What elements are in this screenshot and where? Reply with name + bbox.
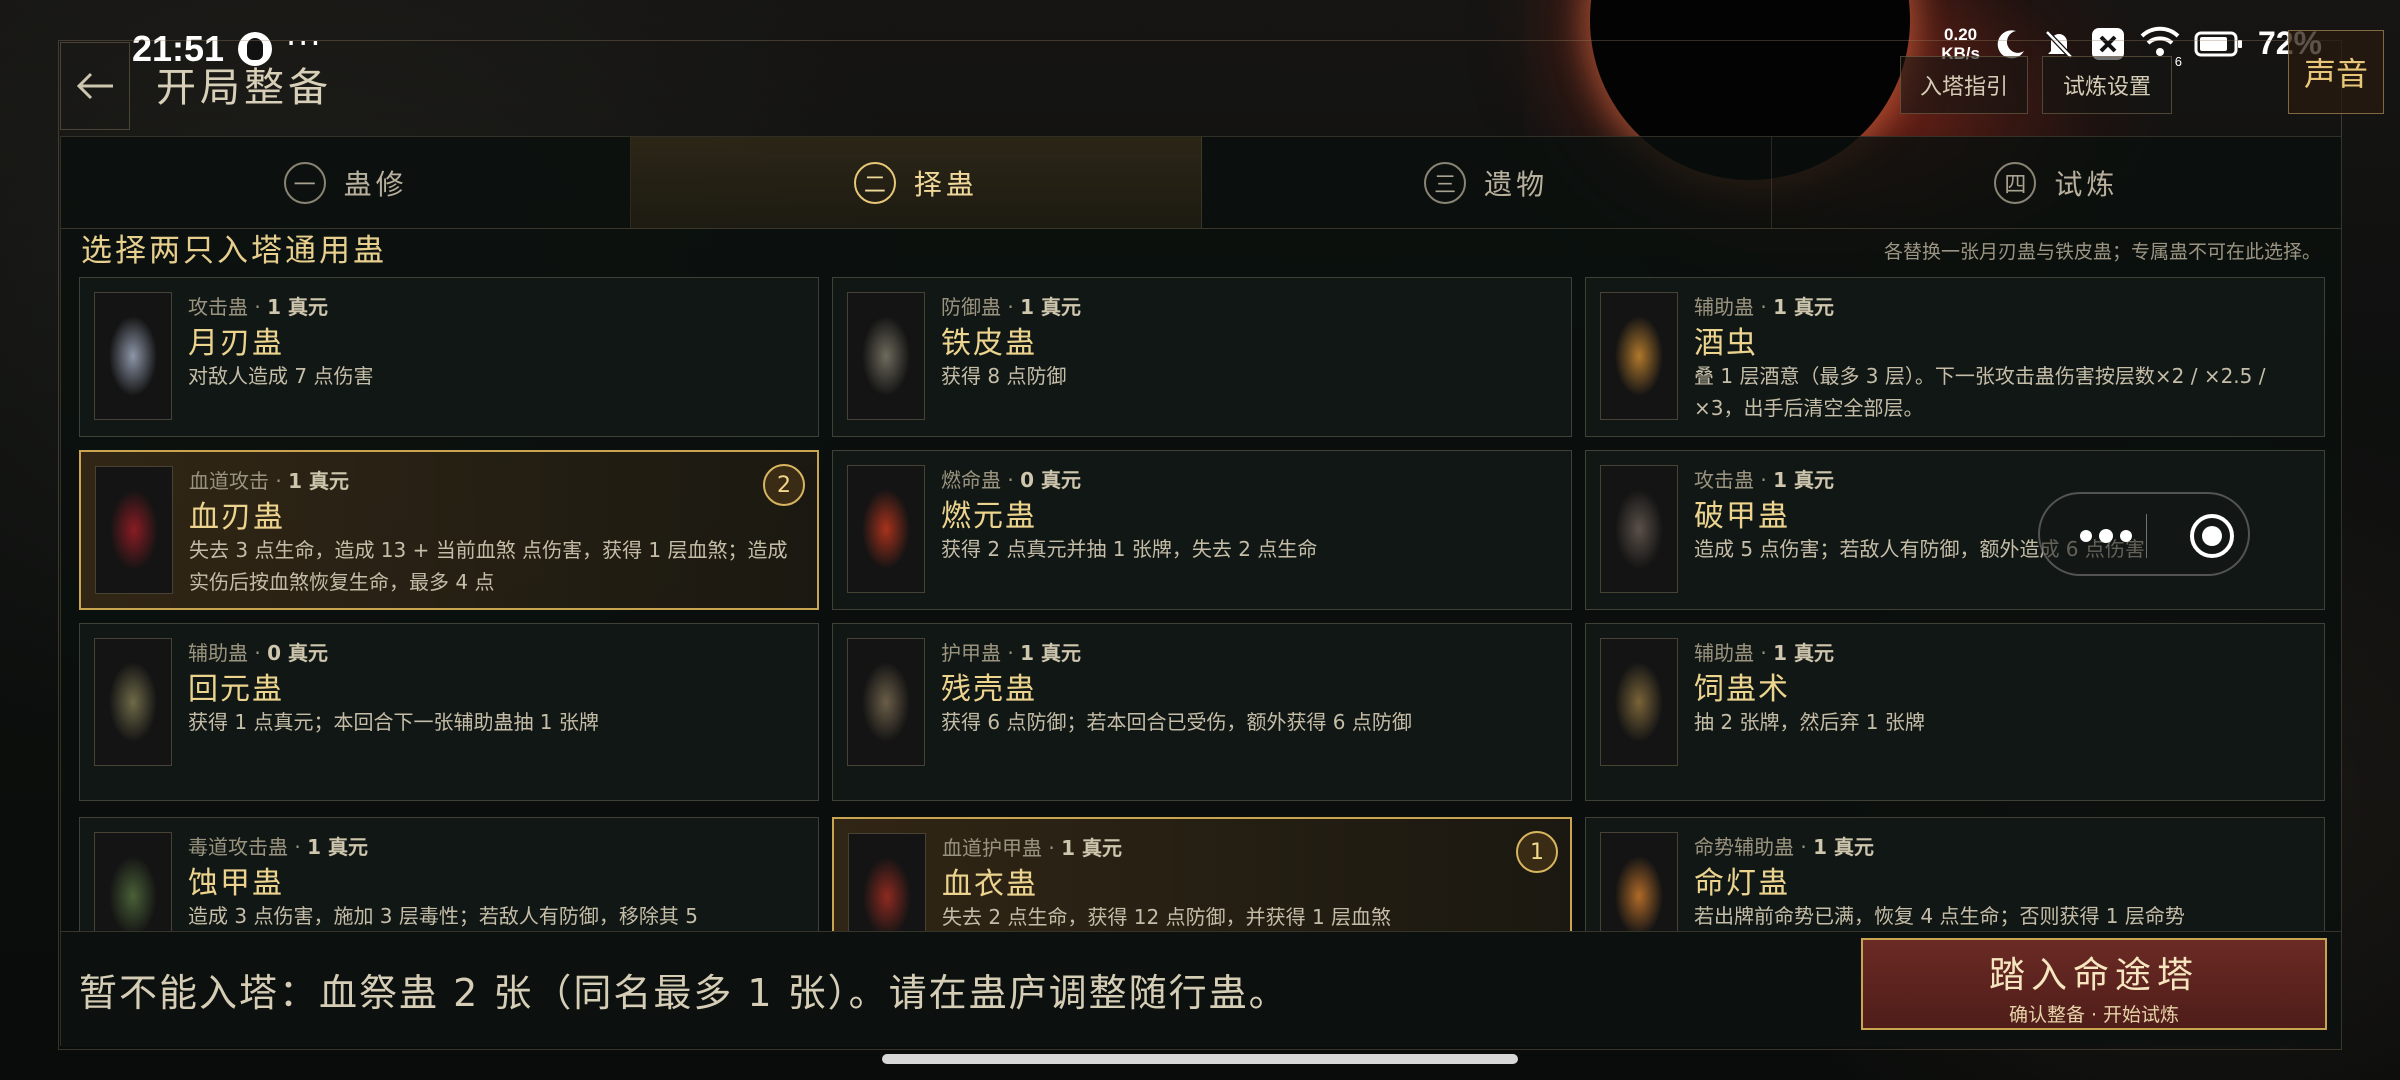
gu-art-image: [847, 292, 925, 420]
tab-label: 遗物: [1484, 167, 1549, 201]
tab-relics[interactable]: 三 遗物: [1202, 137, 1772, 228]
gu-name: 蚀甲蛊: [188, 866, 284, 901]
gu-type-cost: 血道护甲蛊 · 1 真元: [942, 836, 1122, 860]
tab-trial[interactable]: 四 试炼: [1772, 137, 2341, 228]
entry-warning: 暂不能入塔：血祭蛊 2 张（同名最多 1 张）。请在蛊庐调整随行蛊。: [79, 971, 1289, 1015]
mini-program-capsule: [2038, 492, 2250, 576]
home-indicator[interactable]: [882, 1054, 1518, 1064]
sound-button[interactable]: 声音: [2288, 30, 2384, 114]
gu-name: 饲蛊术: [1694, 672, 1790, 707]
gu-art-image: [847, 638, 925, 766]
gu-description: 获得 8 点防御: [941, 364, 1067, 388]
gu-description: 叠 1 层酒意（最多 3 层）。下一张攻击蛊伤害按层数×2 / ×2.5 / ×…: [1694, 364, 2266, 420]
gu-type-cost: 辅助蛊 · 1 真元: [1694, 295, 1834, 319]
selection-order-badge: 2: [763, 464, 805, 506]
bottom-bar: 暂不能入塔：血祭蛊 2 张（同名最多 1 张）。请在蛊庐调整随行蛊。 踏入命途塔…: [61, 931, 2341, 1047]
trial-settings-button[interactable]: 试炼设置: [2042, 56, 2172, 114]
tab-choose-gu[interactable]: 二 择蛊: [631, 137, 1202, 228]
gu-type-cost: 燃命蛊 · 0 真元: [941, 468, 1081, 492]
gu-card-0[interactable]: 攻击蛊 · 1 真元月刃蛊对敌人造成 7 点伤害: [79, 277, 819, 437]
gu-art-image: [847, 465, 925, 593]
back-button[interactable]: [60, 42, 130, 130]
tab-number: 三: [1424, 161, 1467, 204]
gu-name: 血刃蛊: [189, 500, 285, 535]
gu-description: 获得 1 点真元；本回合下一张辅助蛊抽 1 张牌: [188, 710, 599, 734]
gu-name: 酒虫: [1694, 326, 1758, 361]
gu-type-cost: 护甲蛊 · 1 真元: [941, 641, 1081, 665]
main-panel: 一 蛊修 二 择蛊 三 遗物 四 试炼 选择两只入塔通用蛊 各替换一张月刃蛊与铁…: [60, 136, 2342, 1047]
gu-card-7[interactable]: 护甲蛊 · 1 真元残壳蛊获得 6 点防御；若本回合已受伤，额外获得 6 点防御: [832, 623, 1572, 801]
tab-number: 二: [853, 161, 896, 204]
gu-name: 月刃蛊: [188, 326, 284, 361]
gu-art-image: [1600, 638, 1678, 766]
gu-card-3[interactable]: 血道攻击 · 1 真元血刃蛊 失去 3 点生命，造成 13 + 当前血煞 点伤害，…: [79, 450, 819, 610]
gu-art-image: [1600, 465, 1678, 593]
gu-type-cost: 血道攻击 · 1 真元: [189, 469, 349, 493]
gu-type-cost: 命势辅助蛊 · 1 真元: [1694, 835, 1874, 859]
gu-description: 造成 3 点伤害，施加 3 层毒性；若敌人有防御，移除其 5: [188, 904, 698, 928]
arrow-left-icon: [76, 72, 113, 100]
gu-card-4[interactable]: 燃命蛊 · 0 真元燃元蛊获得 2 点真元并抽 1 张牌，失去 2 点生命: [832, 450, 1572, 610]
step-tabs: 一 蛊修 二 择蛊 三 遗物 四 试炼: [61, 137, 2341, 229]
gu-name: 破甲蛊: [1694, 499, 1790, 534]
capsule-divider: [2146, 514, 2147, 558]
enter-tower-label: 踏入命途塔: [1988, 955, 2199, 996]
enter-tower-sublabel: 确认整备 · 开始试炼: [2008, 1004, 2180, 1026]
tab-label: 蛊修: [343, 167, 408, 201]
gu-description: 抽 2 张牌，然后弃 1 张牌: [1694, 710, 1925, 734]
gu-art-image: [94, 292, 172, 420]
gu-art-image: [94, 638, 172, 766]
gu-description: 失去 3 点生命，造成 13 + 当前血煞 点伤害，获得 1 层血煞；造成实伤后…: [189, 538, 788, 594]
tab-number: 四: [1994, 161, 2037, 204]
gu-art-image: [1600, 292, 1678, 420]
gu-name: 命灯蛊: [1694, 866, 1790, 901]
gu-type-cost: 毒道攻击蛊 · 1 真元: [188, 835, 368, 859]
gu-description: 获得 2 点真元并抽 1 张牌，失去 2 点生命: [941, 537, 1318, 561]
gu-type-cost: 辅助蛊 · 0 真元: [188, 641, 328, 665]
enter-tower-button[interactable]: 踏入命途塔 确认整备 · 开始试炼: [1861, 938, 2327, 1030]
gu-card-6[interactable]: 辅助蛊 · 0 真元回元蛊获得 1 点真元；本回合下一张辅助蛊抽 1 张牌: [79, 623, 819, 801]
more-menu-icon[interactable]: [2072, 516, 2152, 556]
gu-name: 铁皮蛊: [941, 326, 1037, 361]
gu-name: 回元蛊: [188, 672, 284, 707]
gu-name: 血衣蛊: [942, 867, 1038, 902]
tab-label: 择蛊: [913, 167, 978, 201]
tower-guide-button[interactable]: 入塔指引: [1900, 56, 2028, 114]
gu-name: 燃元蛊: [941, 499, 1037, 534]
section-note: 各替换一张月刃蛊与铁皮蛊；专属蛊不可在此选择。: [1883, 241, 2321, 263]
gu-description: 若出牌前命势已满，恢复 4 点生命；否则获得 1 层命势: [1694, 904, 2185, 928]
page-title: 开局整备: [156, 65, 332, 111]
gu-card-1[interactable]: 防御蛊 · 1 真元铁皮蛊获得 8 点防御: [832, 277, 1572, 437]
gu-type-cost: 防御蛊 · 1 真元: [941, 295, 1081, 319]
gu-type-cost: 攻击蛊 · 1 真元: [188, 295, 328, 319]
gu-description: 失去 2 点生命，获得 12 点防御，并获得 1 层血煞: [942, 905, 1392, 929]
tab-label: 试炼: [2054, 167, 2119, 201]
gu-description: 对敌人造成 7 点伤害: [188, 364, 374, 388]
tab-number: 一: [283, 161, 326, 204]
gu-description: 获得 6 点防御；若本回合已受伤，额外获得 6 点防御: [941, 710, 1412, 734]
gu-card-8[interactable]: 辅助蛊 · 1 真元饲蛊术抽 2 张牌，然后弃 1 张牌: [1585, 623, 2325, 801]
selection-order-badge: 1: [1516, 831, 1558, 873]
gu-art-image: [95, 466, 173, 594]
section-title: 选择两只入塔通用蛊: [81, 233, 387, 269]
gu-card-2[interactable]: 辅助蛊 · 1 真元酒虫叠 1 层酒意（最多 3 层）。下一张攻击蛊伤害按层数×…: [1585, 277, 2325, 437]
gu-type-cost: 辅助蛊 · 1 真元: [1694, 641, 1834, 665]
tab-gu-cultivation[interactable]: 一 蛊修: [61, 137, 632, 228]
close-program-icon[interactable]: [2190, 514, 2234, 558]
gu-type-cost: 攻击蛊 · 1 真元: [1694, 468, 1834, 492]
gu-name: 残壳蛊: [941, 672, 1037, 707]
